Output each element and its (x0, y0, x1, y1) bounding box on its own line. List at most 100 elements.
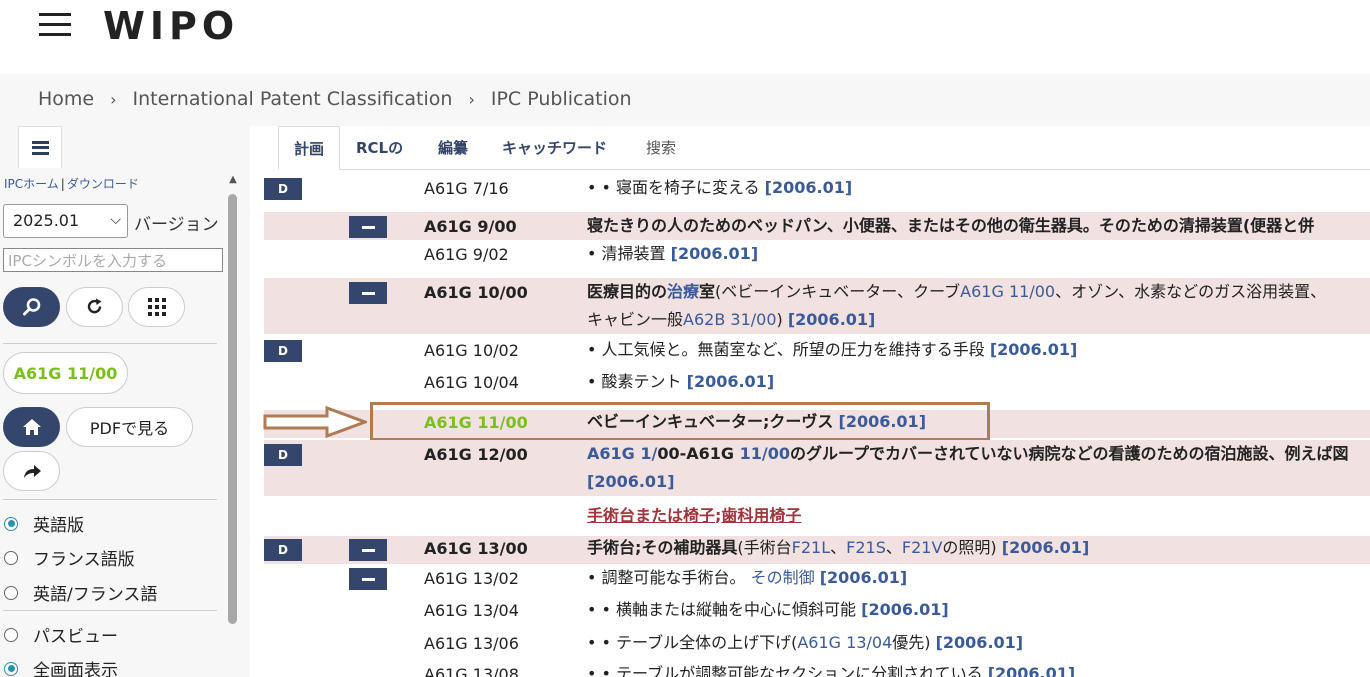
tab-catchword[interactable]: キャッチワード (502, 126, 607, 170)
header: WIPO (0, 0, 1370, 74)
menu-icon[interactable] (39, 11, 71, 39)
dental-chair-link[interactable]: 歯科用椅子 (721, 506, 801, 525)
divider (3, 499, 217, 500)
breadcrumb-publication[interactable]: IPC Publication (491, 88, 632, 110)
minus-icon (361, 548, 375, 552)
section-heading: 手術台または椅子;歯科用椅子 (587, 506, 802, 525)
table-row: A61G 9/00 寝たきりの人のためのベッドパン、小便器、またはその他の衛生器… (264, 212, 1370, 240)
minus-icon (361, 577, 375, 581)
ref-link[interactable]: A62B 31/00 (683, 310, 776, 329)
d-badge[interactable]: D (264, 178, 302, 200)
ref-link[interactable]: A61G 1/ (587, 444, 657, 463)
share-button[interactable] (3, 451, 60, 491)
grid-button[interactable] (128, 287, 185, 327)
sidebar-menu-tab[interactable] (18, 126, 62, 168)
ipc-description: 手術台;その補助器具(手術台F21L、F21S、F21Vの照明) [2006.0… (587, 538, 1090, 557)
radio-unchecked-icon (4, 550, 18, 565)
search-button[interactable] (3, 287, 60, 327)
home-button[interactable] (3, 407, 60, 447)
radio-english[interactable]: 英語版 (4, 511, 84, 536)
ipc-code[interactable]: A61G 13/00 (424, 539, 528, 558)
ipc-code[interactable]: A61G 13/02 (424, 569, 519, 588)
d-badge[interactable]: D (264, 539, 302, 561)
table-row: 手術台または椅子;歯科用椅子 (264, 498, 1370, 530)
ipc-code[interactable]: A61G 10/04 (424, 373, 519, 392)
ipc-code[interactable]: A61G 13/04 (424, 601, 519, 620)
chevron-right-icon: › (110, 90, 117, 109)
radio-english-french[interactable]: 英語/フランス語 (4, 580, 157, 605)
tab-bar: 計画 RCLの 編纂 キャッチワード 搜索 (278, 126, 1370, 170)
ipc-symbol-input[interactable]: IPCシンボルを入力する (3, 248, 223, 272)
ipc-code[interactable]: A61G 13/08 (424, 665, 519, 677)
version-select[interactable]: 2025.01 ⌵ (3, 204, 128, 238)
ipc-description: • 酸素テント [2006.01] (587, 372, 775, 391)
refresh-icon (87, 298, 101, 314)
collapse-button[interactable] (349, 539, 387, 561)
radio-french[interactable]: フランス語版 (4, 545, 135, 570)
grid-icon (147, 298, 166, 316)
ipc-home-link[interactable]: IPCホーム (4, 177, 59, 191)
ipc-code[interactable]: A61G 10/02 (424, 341, 519, 360)
chevron-right-icon: › (468, 90, 475, 109)
scroll-thumb[interactable] (228, 194, 237, 624)
surgical-table-link[interactable]: 手術台または椅子 (587, 506, 715, 525)
control-link[interactable]: その制御 (751, 568, 815, 587)
sidebar-links: IPCホーム | ダウンロード (4, 177, 139, 191)
ipc-code[interactable]: A61G 13/06 (424, 634, 519, 653)
tab-rcl[interactable]: RCLの (356, 126, 403, 170)
download-link[interactable]: ダウンロード (67, 177, 139, 191)
chevron-down-icon: ⌵ (110, 212, 121, 228)
ref-link[interactable]: 11/00 (740, 444, 790, 463)
radio-unchecked-icon (4, 627, 18, 642)
table-row: D A61G 7/16 • • 寝面を椅子に変える [2006.01] (264, 174, 1370, 206)
ipc-description: • • 横軸または縦軸を中心に傾斜可能 [2006.01] (587, 600, 949, 619)
highlight-box (370, 402, 990, 441)
ipc-description: 医療目的の治療室(ベビーインキュベーター、クーブA61G 11/00、オゾン、水… (587, 282, 1327, 329)
current-symbol-button[interactable]: A61G 11/00 (3, 352, 128, 394)
ipc-code[interactable]: A61G 9/00 (424, 217, 517, 236)
collapse-button[interactable] (349, 568, 387, 590)
wipo-logo[interactable]: WIPO (103, 4, 239, 48)
main-content: 計画 RCLの 編纂 キャッチワード 搜索 D A61G 7/16 • • 寝面… (250, 126, 1370, 677)
treatment-link[interactable]: 治療 (667, 282, 699, 301)
scroll-up-icon[interactable]: ▲ (226, 174, 240, 186)
ref-link[interactable]: F21V (902, 538, 943, 557)
ref-link[interactable]: F21L (792, 538, 830, 557)
collapse-button[interactable] (349, 216, 387, 238)
d-badge[interactable]: D (264, 444, 302, 466)
minus-icon (361, 225, 375, 229)
tab-compilation[interactable]: 編纂 (438, 126, 468, 170)
sidebar: IPCホーム | ダウンロード 2025.01 ⌵ バージョン IPCシンボルを入力… (0, 126, 250, 677)
ipc-description: • 調整可能な手術台。 その制御 [2006.01] (587, 568, 908, 587)
sidebar-scrollbar[interactable]: ▲ (226, 174, 240, 677)
tab-scheme[interactable]: 計画 (278, 126, 340, 170)
refresh-button[interactable] (66, 287, 123, 327)
view-pdf-button[interactable]: PDFで見る (66, 407, 193, 447)
breadcrumb: Home › International Patent Classification… (38, 88, 632, 110)
tab-search[interactable]: 搜索 (646, 126, 676, 170)
list-icon (31, 140, 49, 155)
ipc-description: • • 寝面を椅子に変える [2006.01] (587, 178, 853, 197)
table-row: A61G 10/00 医療目的の治療室(ベビーインキュベーター、クーブA61G … (264, 278, 1370, 334)
collapse-button[interactable] (349, 282, 387, 304)
ipc-description: • • テーブル全体の上げ下げ(A61G 13/04優先) [2006.01] (587, 633, 1024, 652)
radio-path-view[interactable]: パスビュー (4, 622, 118, 647)
ipc-description: • • テーブルが調整可能なセクションに分割されている [2006.01] (587, 664, 1076, 677)
d-badge[interactable]: D (264, 340, 302, 362)
ipc-code[interactable]: A61G 7/16 (424, 179, 509, 198)
ref-link[interactable]: A61G 11/00 (960, 282, 1055, 301)
ref-link[interactable]: F21S (846, 538, 886, 557)
table-row: A61G 13/02 • 調整可能な手術台。 その制御 [2006.01] (264, 564, 1370, 594)
table-row: A61G 13/06 • • テーブル全体の上げ下げ(A61G 13/04優先)… (264, 629, 1370, 659)
arrow-right-icon (263, 406, 367, 438)
radio-checked-icon (4, 661, 18, 676)
radio-full-view[interactable]: 全画面表示 (4, 656, 118, 677)
ipc-description: • 人工気候と。無菌室など、所望の圧力を維持する手段 [2006.01] (587, 340, 1078, 359)
ipc-code[interactable]: A61G 10/00 (424, 283, 528, 302)
breadcrumb-ipc[interactable]: International Patent Classification (133, 88, 453, 110)
breadcrumb-home[interactable]: Home (38, 88, 94, 110)
ref-link[interactable]: A61G 13/04 (797, 633, 892, 652)
ipc-code[interactable]: A61G 12/00 (424, 445, 528, 464)
ipc-code[interactable]: A61G 9/02 (424, 245, 509, 264)
table-row: A61G 13/04 • • 横軸または縦軸を中心に傾斜可能 [2006.01] (264, 596, 1370, 626)
